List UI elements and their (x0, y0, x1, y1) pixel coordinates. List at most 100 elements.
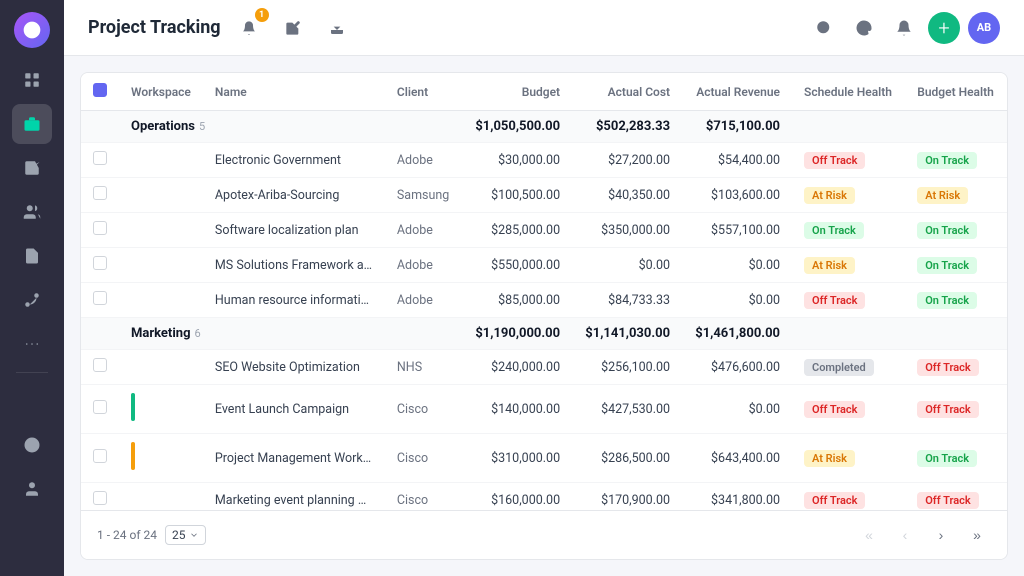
group-actual-revenue: $1,461,800.00 (682, 318, 792, 350)
sidebar-item-people[interactable] (12, 469, 52, 509)
actual-cost-header[interactable]: Actual Cost (572, 73, 682, 111)
sidebar-item-time[interactable] (12, 425, 52, 465)
row-checkbox[interactable] (93, 491, 107, 505)
actual-revenue-header[interactable]: Actual Revenue (682, 73, 792, 111)
table-row: Apotex-Ariba-Sourcing Samsung $100,500.0… (81, 178, 1007, 213)
row-actual-revenue: $103,600.00 (682, 178, 792, 213)
budget-health-badge: On Track (917, 152, 977, 169)
row-budget-health: Off Track (905, 483, 1007, 511)
notifications-button[interactable]: 1 (233, 12, 265, 44)
row-budget-health: On Track (905, 248, 1007, 283)
sidebar-item-tasks[interactable] (12, 148, 52, 188)
app-logo[interactable] (14, 12, 50, 48)
row-accent-cell (119, 350, 203, 385)
first-page-button[interactable]: « (855, 521, 883, 549)
row-budget-health: On Track (905, 283, 1007, 318)
sidebar (0, 0, 64, 576)
workspace-header[interactable]: Workspace (119, 73, 203, 111)
row-budget: $310,000.00 (462, 434, 572, 483)
row-checkbox[interactable] (93, 151, 107, 165)
sidebar-item-dashboard[interactable] (12, 60, 52, 100)
schedule-health-header[interactable]: Schedule Health (792, 73, 905, 111)
row-checkbox-cell[interactable] (81, 283, 119, 318)
group-actual-revenue: $715,100.00 (682, 111, 792, 143)
row-name: Apotex-Ariba-Sourcing (203, 178, 385, 213)
row-name: Software localization plan (203, 213, 385, 248)
alerts-button[interactable] (888, 12, 920, 44)
header: Project Tracking 1 + AB (64, 0, 1024, 56)
row-client: NHS (385, 350, 462, 385)
row-budget-health: On Track (905, 143, 1007, 178)
row-client: Adobe (385, 283, 462, 318)
schedule-health-badge: On Track (804, 222, 864, 239)
row-client: Samsung (385, 178, 462, 213)
row-budget-health: On Track (905, 213, 1007, 248)
row-checkbox[interactable] (93, 221, 107, 235)
select-all-header[interactable] (81, 73, 119, 111)
row-checkbox[interactable] (93, 400, 107, 414)
row-checkbox[interactable] (93, 358, 107, 372)
budget-header[interactable]: Budget (462, 73, 572, 111)
last-page-button[interactable]: » (963, 521, 991, 549)
row-accent-cell (119, 178, 203, 213)
row-actual-revenue: $0.00 (682, 283, 792, 318)
schedule-health-badge: Off Track (804, 401, 865, 418)
row-schedule-health: At Risk (792, 248, 905, 283)
row-actual-cost: $27,200.00 (572, 143, 682, 178)
select-all-checkbox[interactable] (93, 83, 107, 97)
add-button[interactable]: + (928, 12, 960, 44)
table-row: SEO Website Optimization NHS $240,000.00… (81, 350, 1007, 385)
prev-page-button[interactable]: ‹ (891, 521, 919, 549)
row-actual-revenue: $643,400.00 (682, 434, 792, 483)
row-checkbox-cell[interactable] (81, 385, 119, 434)
table-row: Electronic Government Adobe $30,000.00 $… (81, 143, 1007, 178)
edit-button[interactable] (277, 12, 309, 44)
group-row: Marketing6 $1,190,000.00 $1,141,030.00 $… (81, 318, 1007, 350)
avatar[interactable]: AB (968, 12, 1000, 44)
row-checkbox-cell[interactable] (81, 178, 119, 213)
row-checkbox[interactable] (93, 256, 107, 270)
next-page-button[interactable]: › (927, 521, 955, 549)
group-row: Operations5 $1,050,500.00 $502,283.33 $7… (81, 111, 1007, 143)
row-checkbox[interactable] (93, 449, 107, 463)
mention-button[interactable] (848, 12, 880, 44)
budget-health-header[interactable]: Budget Health (905, 73, 1007, 111)
row-accent-cell (119, 213, 203, 248)
row-client: Cisco (385, 434, 462, 483)
sidebar-item-integrations[interactable] (12, 280, 52, 320)
table-wrapper: Workspace Name Client Budget Actual Cost… (81, 73, 1007, 510)
row-schedule-health: Off Track (792, 143, 905, 178)
row-actual-cost: $286,500.00 (572, 434, 682, 483)
budget-health-badge: Off Track (917, 359, 978, 376)
sidebar-item-projects[interactable] (12, 104, 52, 144)
schedule-health-badge: At Risk (804, 257, 855, 274)
sidebar-item-contacts[interactable] (12, 192, 52, 232)
table-container: Workspace Name Client Budget Actual Cost… (80, 72, 1008, 560)
schedule-health-badge: At Risk (804, 450, 855, 467)
header-right: + AB (808, 12, 1000, 44)
row-checkbox-cell[interactable] (81, 248, 119, 283)
page-size-selector[interactable]: 25 (165, 525, 207, 545)
row-checkbox-cell[interactable] (81, 483, 119, 511)
search-button[interactable] (808, 12, 840, 44)
download-button[interactable] (321, 12, 353, 44)
client-header[interactable]: Client (385, 73, 462, 111)
sidebar-item-analytics[interactable] (12, 381, 52, 421)
row-checkbox[interactable] (93, 291, 107, 305)
row-actual-cost: $0.00 (572, 248, 682, 283)
row-budget: $100,500.00 (462, 178, 572, 213)
row-checkbox-cell[interactable] (81, 143, 119, 178)
sidebar-item-more[interactable] (12, 324, 52, 364)
name-header[interactable]: Name (203, 73, 385, 111)
project-table: Workspace Name Client Budget Actual Cost… (81, 73, 1007, 510)
row-checkbox-cell[interactable] (81, 213, 119, 248)
sidebar-divider (16, 372, 48, 373)
row-client: Cisco (385, 385, 462, 434)
row-accent-cell (119, 385, 203, 434)
row-checkbox[interactable] (93, 186, 107, 200)
row-name: Event Launch Campaign (203, 385, 385, 434)
sidebar-item-documents[interactable] (12, 236, 52, 276)
row-actual-revenue: $54,400.00 (682, 143, 792, 178)
row-checkbox-cell[interactable] (81, 350, 119, 385)
row-checkbox-cell[interactable] (81, 434, 119, 483)
